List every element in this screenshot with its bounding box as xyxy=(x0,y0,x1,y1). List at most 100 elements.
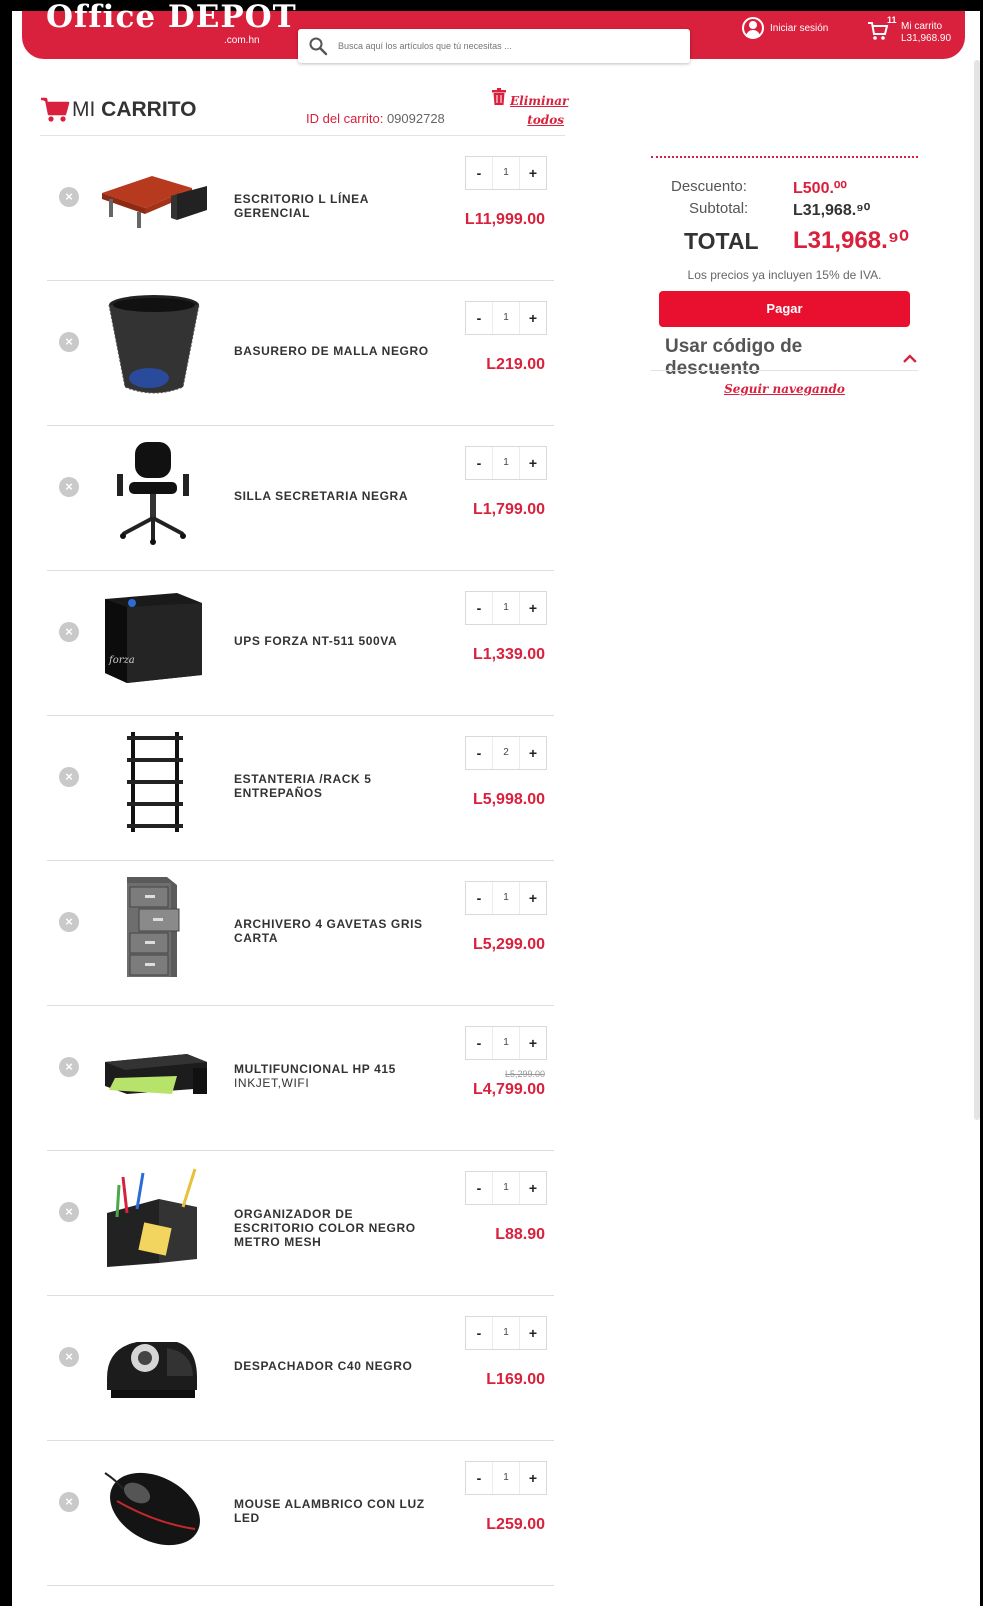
increase-qty-button[interactable]: + xyxy=(520,890,546,906)
quantity-stepper: -1 + xyxy=(465,446,547,480)
product-name-text: ESTANTERIA /RACK 5 ENTREPAÑOS xyxy=(234,772,372,800)
item-price: L259.00 xyxy=(486,1516,545,1533)
delete-all-label: Eliminar todos xyxy=(510,94,569,127)
remove-item-button[interactable]: × xyxy=(59,332,79,352)
product-name-text: DESPACHADOR C40 NEGRO xyxy=(234,1359,413,1373)
login-link[interactable]: Iniciar sesión xyxy=(742,17,828,39)
chair-image[interactable] xyxy=(97,438,212,546)
increase-qty-button[interactable]: + xyxy=(520,1180,546,1196)
logo-domain: .com.hn xyxy=(224,35,260,46)
remove-item-button[interactable]: × xyxy=(59,187,79,207)
discount-code-toggle[interactable]: Usar código de descuento xyxy=(665,336,918,380)
decrease-qty-button[interactable]: - xyxy=(466,600,492,616)
product-name[interactable]: MULTIFUNCIONAL HP 415 INKJET,WIFI xyxy=(234,1062,434,1090)
item-price: L219.00 xyxy=(486,356,545,373)
cart-label: Mi carrito xyxy=(901,21,943,32)
total-value: L31,968.⁹⁰ xyxy=(793,227,909,254)
desk-image[interactable] xyxy=(97,148,212,256)
office-depot-logo[interactable]: Office DEPOT xyxy=(46,0,297,35)
page-scrollbar[interactable] xyxy=(974,60,980,1120)
cart-id-value: 09092728 xyxy=(386,111,445,126)
organizer-image[interactable] xyxy=(97,1163,212,1271)
product-name[interactable]: ESCRITORIO L LÍNEA GERENCIAL xyxy=(234,192,434,220)
search-icon[interactable] xyxy=(308,36,328,56)
remove-item-button[interactable]: × xyxy=(59,477,79,497)
increase-qty-button[interactable]: + xyxy=(520,455,546,471)
quantity-value[interactable]: 2 xyxy=(492,737,520,769)
product-name-text: ORGANIZADOR DE ESCRITORIO COLOR NEGRO ME… xyxy=(234,1207,416,1249)
remove-item-button[interactable]: × xyxy=(59,912,79,932)
delete-all-button[interactable]: Eliminar todos xyxy=(490,86,569,130)
product-name[interactable]: BASURERO DE MALLA NEGRO xyxy=(234,344,434,358)
product-name[interactable]: MOUSE ALAMBRICO CON LUZ LED xyxy=(234,1497,434,1525)
quantity-value[interactable]: 1 xyxy=(492,1172,520,1204)
search-bar[interactable] xyxy=(298,29,690,63)
cart-item: × ESTANTERIA /RACK 5 ENTREPAÑOS -2 + L5,998.… xyxy=(47,716,554,861)
remove-item-button[interactable]: × xyxy=(59,767,79,787)
item-price: L5,998.00 xyxy=(472,791,545,808)
item-price: L1,339.00 xyxy=(472,646,545,663)
quantity-value[interactable]: 1 xyxy=(492,157,520,189)
pay-button[interactable]: Pagar xyxy=(659,291,910,327)
quantity-stepper: -1 + xyxy=(465,1171,547,1205)
increase-qty-button[interactable]: + xyxy=(520,745,546,761)
printer-image[interactable] xyxy=(97,1018,212,1126)
quantity-value[interactable]: 1 xyxy=(492,592,520,624)
decrease-qty-button[interactable]: - xyxy=(466,1180,492,1196)
cart-item: × MOUSE ALAMBRICO CON LUZ LED -1 + L259.00 xyxy=(47,1441,554,1586)
product-name[interactable]: SILLA SECRETARIA NEGRA xyxy=(234,489,434,503)
decrease-qty-button[interactable]: - xyxy=(466,1325,492,1341)
cart-icon xyxy=(868,22,889,40)
increase-qty-button[interactable]: + xyxy=(520,1325,546,1341)
product-name[interactable]: UPS FORZA NT-511 500VA xyxy=(234,634,434,648)
quantity-value[interactable]: 1 xyxy=(492,1317,520,1349)
cart-total: L31,968.90 xyxy=(901,33,952,44)
decrease-qty-button[interactable]: - xyxy=(466,165,492,181)
discount-value: L500.⁰⁰ xyxy=(793,180,847,197)
remove-item-button[interactable]: × xyxy=(59,1057,79,1077)
remove-item-button[interactable]: × xyxy=(59,622,79,642)
cart-item: × forza UPS FORZA NT-511 500VA -1 + L1,339.00 xyxy=(47,571,554,716)
increase-qty-button[interactable]: + xyxy=(520,1035,546,1051)
quantity-value[interactable]: 1 xyxy=(492,1462,520,1494)
cart-item: × SILLA SECRETARIA NEGRA -1 + L1,799.00 xyxy=(47,426,554,571)
shelf-image[interactable] xyxy=(97,728,212,836)
quantity-value[interactable]: 1 xyxy=(492,302,520,334)
page-title-main: CARRITO xyxy=(101,98,197,121)
ups-image[interactable]: forza xyxy=(97,583,212,691)
increase-qty-button[interactable]: + xyxy=(520,600,546,616)
trash-bin-image[interactable] xyxy=(97,293,212,401)
cart-item: × DESPACHADOR C40 NEGRO -1 + L169.00 xyxy=(47,1296,554,1441)
mouse-image[interactable] xyxy=(97,1453,212,1561)
product-name[interactable]: ARCHIVERO 4 GAVETAS GRIS CARTA xyxy=(234,917,434,945)
chevron-up-icon xyxy=(903,354,917,363)
increase-qty-button[interactable]: + xyxy=(520,310,546,326)
file-cabinet-image[interactable] xyxy=(97,873,212,981)
quantity-stepper: -1 + xyxy=(465,301,547,335)
quantity-value[interactable]: 1 xyxy=(492,447,520,479)
keep-browsing-link[interactable]: Seguir navegando xyxy=(651,382,918,396)
product-name-text: SILLA SECRETARIA NEGRA xyxy=(234,489,409,503)
increase-qty-button[interactable]: + xyxy=(520,1470,546,1486)
quantity-stepper: -1 + xyxy=(465,881,547,915)
product-name[interactable]: DESPACHADOR C40 NEGRO xyxy=(234,1359,434,1373)
remove-item-button[interactable]: × xyxy=(59,1202,79,1222)
search-input[interactable] xyxy=(336,35,680,57)
quantity-value[interactable]: 1 xyxy=(492,882,520,914)
site-header: Office DEPOT .com.hn Iniciar sesión 11 M… xyxy=(22,0,965,63)
product-name[interactable]: ORGANIZADOR DE ESCRITORIO COLOR NEGRO ME… xyxy=(234,1207,434,1249)
quantity-value[interactable]: 1 xyxy=(492,1027,520,1059)
decrease-qty-button[interactable]: - xyxy=(466,310,492,326)
decrease-qty-button[interactable]: - xyxy=(466,890,492,906)
product-name-text: ESCRITORIO L LÍNEA GERENCIAL xyxy=(234,192,369,220)
product-name[interactable]: ESTANTERIA /RACK 5 ENTREPAÑOS xyxy=(234,772,434,800)
decrease-qty-button[interactable]: - xyxy=(466,1470,492,1486)
decrease-qty-button[interactable]: - xyxy=(466,1035,492,1051)
remove-item-button[interactable]: × xyxy=(59,1347,79,1367)
product-name-text: MULTIFUNCIONAL HP 415 xyxy=(234,1062,396,1076)
decrease-qty-button[interactable]: - xyxy=(466,745,492,761)
decrease-qty-button[interactable]: - xyxy=(466,455,492,471)
remove-item-button[interactable]: × xyxy=(59,1492,79,1512)
tape-dispenser-image[interactable] xyxy=(97,1308,212,1416)
increase-qty-button[interactable]: + xyxy=(520,165,546,181)
